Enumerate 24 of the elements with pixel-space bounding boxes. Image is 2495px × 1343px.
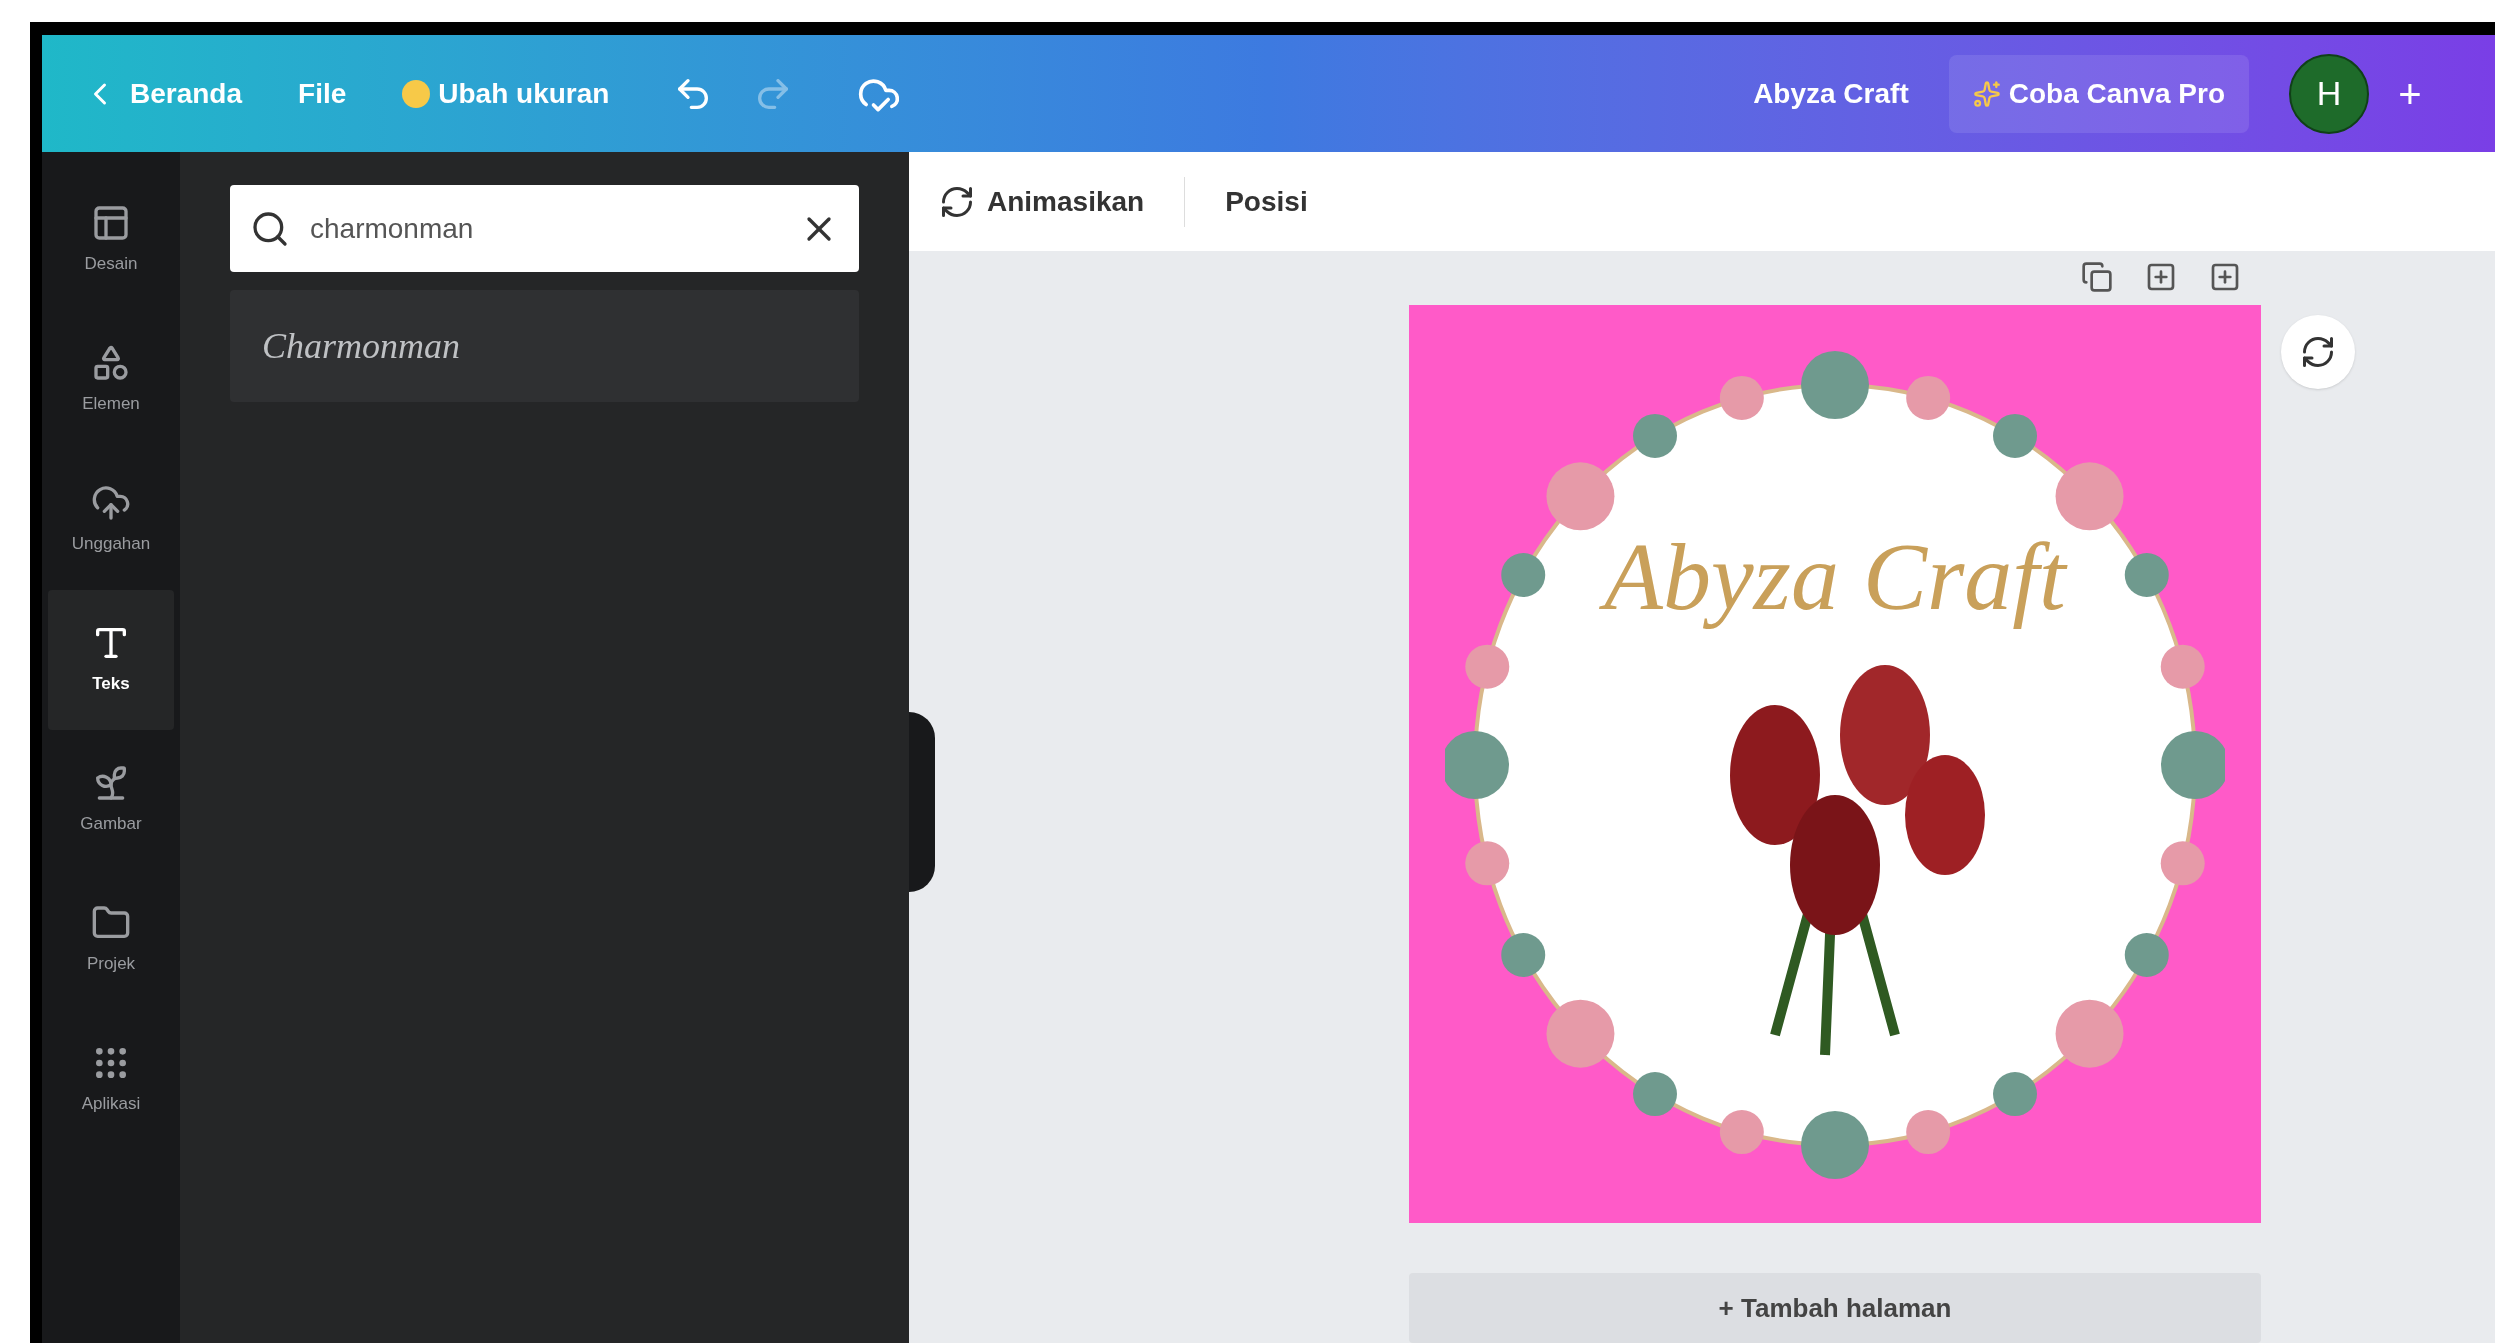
sidebar-item[interactable]: Unggahan — [48, 450, 174, 590]
collapse-handle[interactable] — [909, 712, 935, 892]
sidebar-item[interactable]: Elemen — [48, 310, 174, 450]
search-field[interactable]: charmonman — [230, 185, 859, 272]
sparkle-icon — [1972, 79, 2001, 108]
pro-button[interactable]: Coba Canva Pro — [1948, 54, 2249, 133]
position-button[interactable]: Posisi — [1225, 180, 1308, 223]
sidebar-item[interactable]: Aplikasi — [48, 1010, 174, 1150]
animate-button[interactable]: Animasikan — [939, 180, 1145, 223]
sidebar-item[interactable]: Desain — [48, 170, 174, 310]
font-result[interactable]: Charmonman — [230, 290, 859, 402]
refresh-button[interactable] — [2281, 315, 2355, 389]
add-button[interactable]: + — [2385, 63, 2435, 124]
sidebar-item[interactable]: Gambar — [48, 730, 174, 870]
refresh-icon — [2300, 334, 2336, 370]
add-page-icon[interactable] — [2209, 261, 2241, 293]
duplicate-icon[interactable] — [2145, 261, 2177, 293]
copy-icon[interactable] — [2081, 261, 2113, 293]
search-input[interactable]: charmonman — [310, 207, 779, 250]
avatar[interactable]: H — [2289, 53, 2369, 134]
add-page-button[interactable]: + Tambah halaman — [1409, 1273, 2261, 1343]
project-name[interactable]: Abyza Craft — [1753, 72, 1909, 115]
sidebar-item[interactable]: Projek — [48, 870, 174, 1010]
sidebar-item[interactable]: Teks — [48, 590, 174, 730]
